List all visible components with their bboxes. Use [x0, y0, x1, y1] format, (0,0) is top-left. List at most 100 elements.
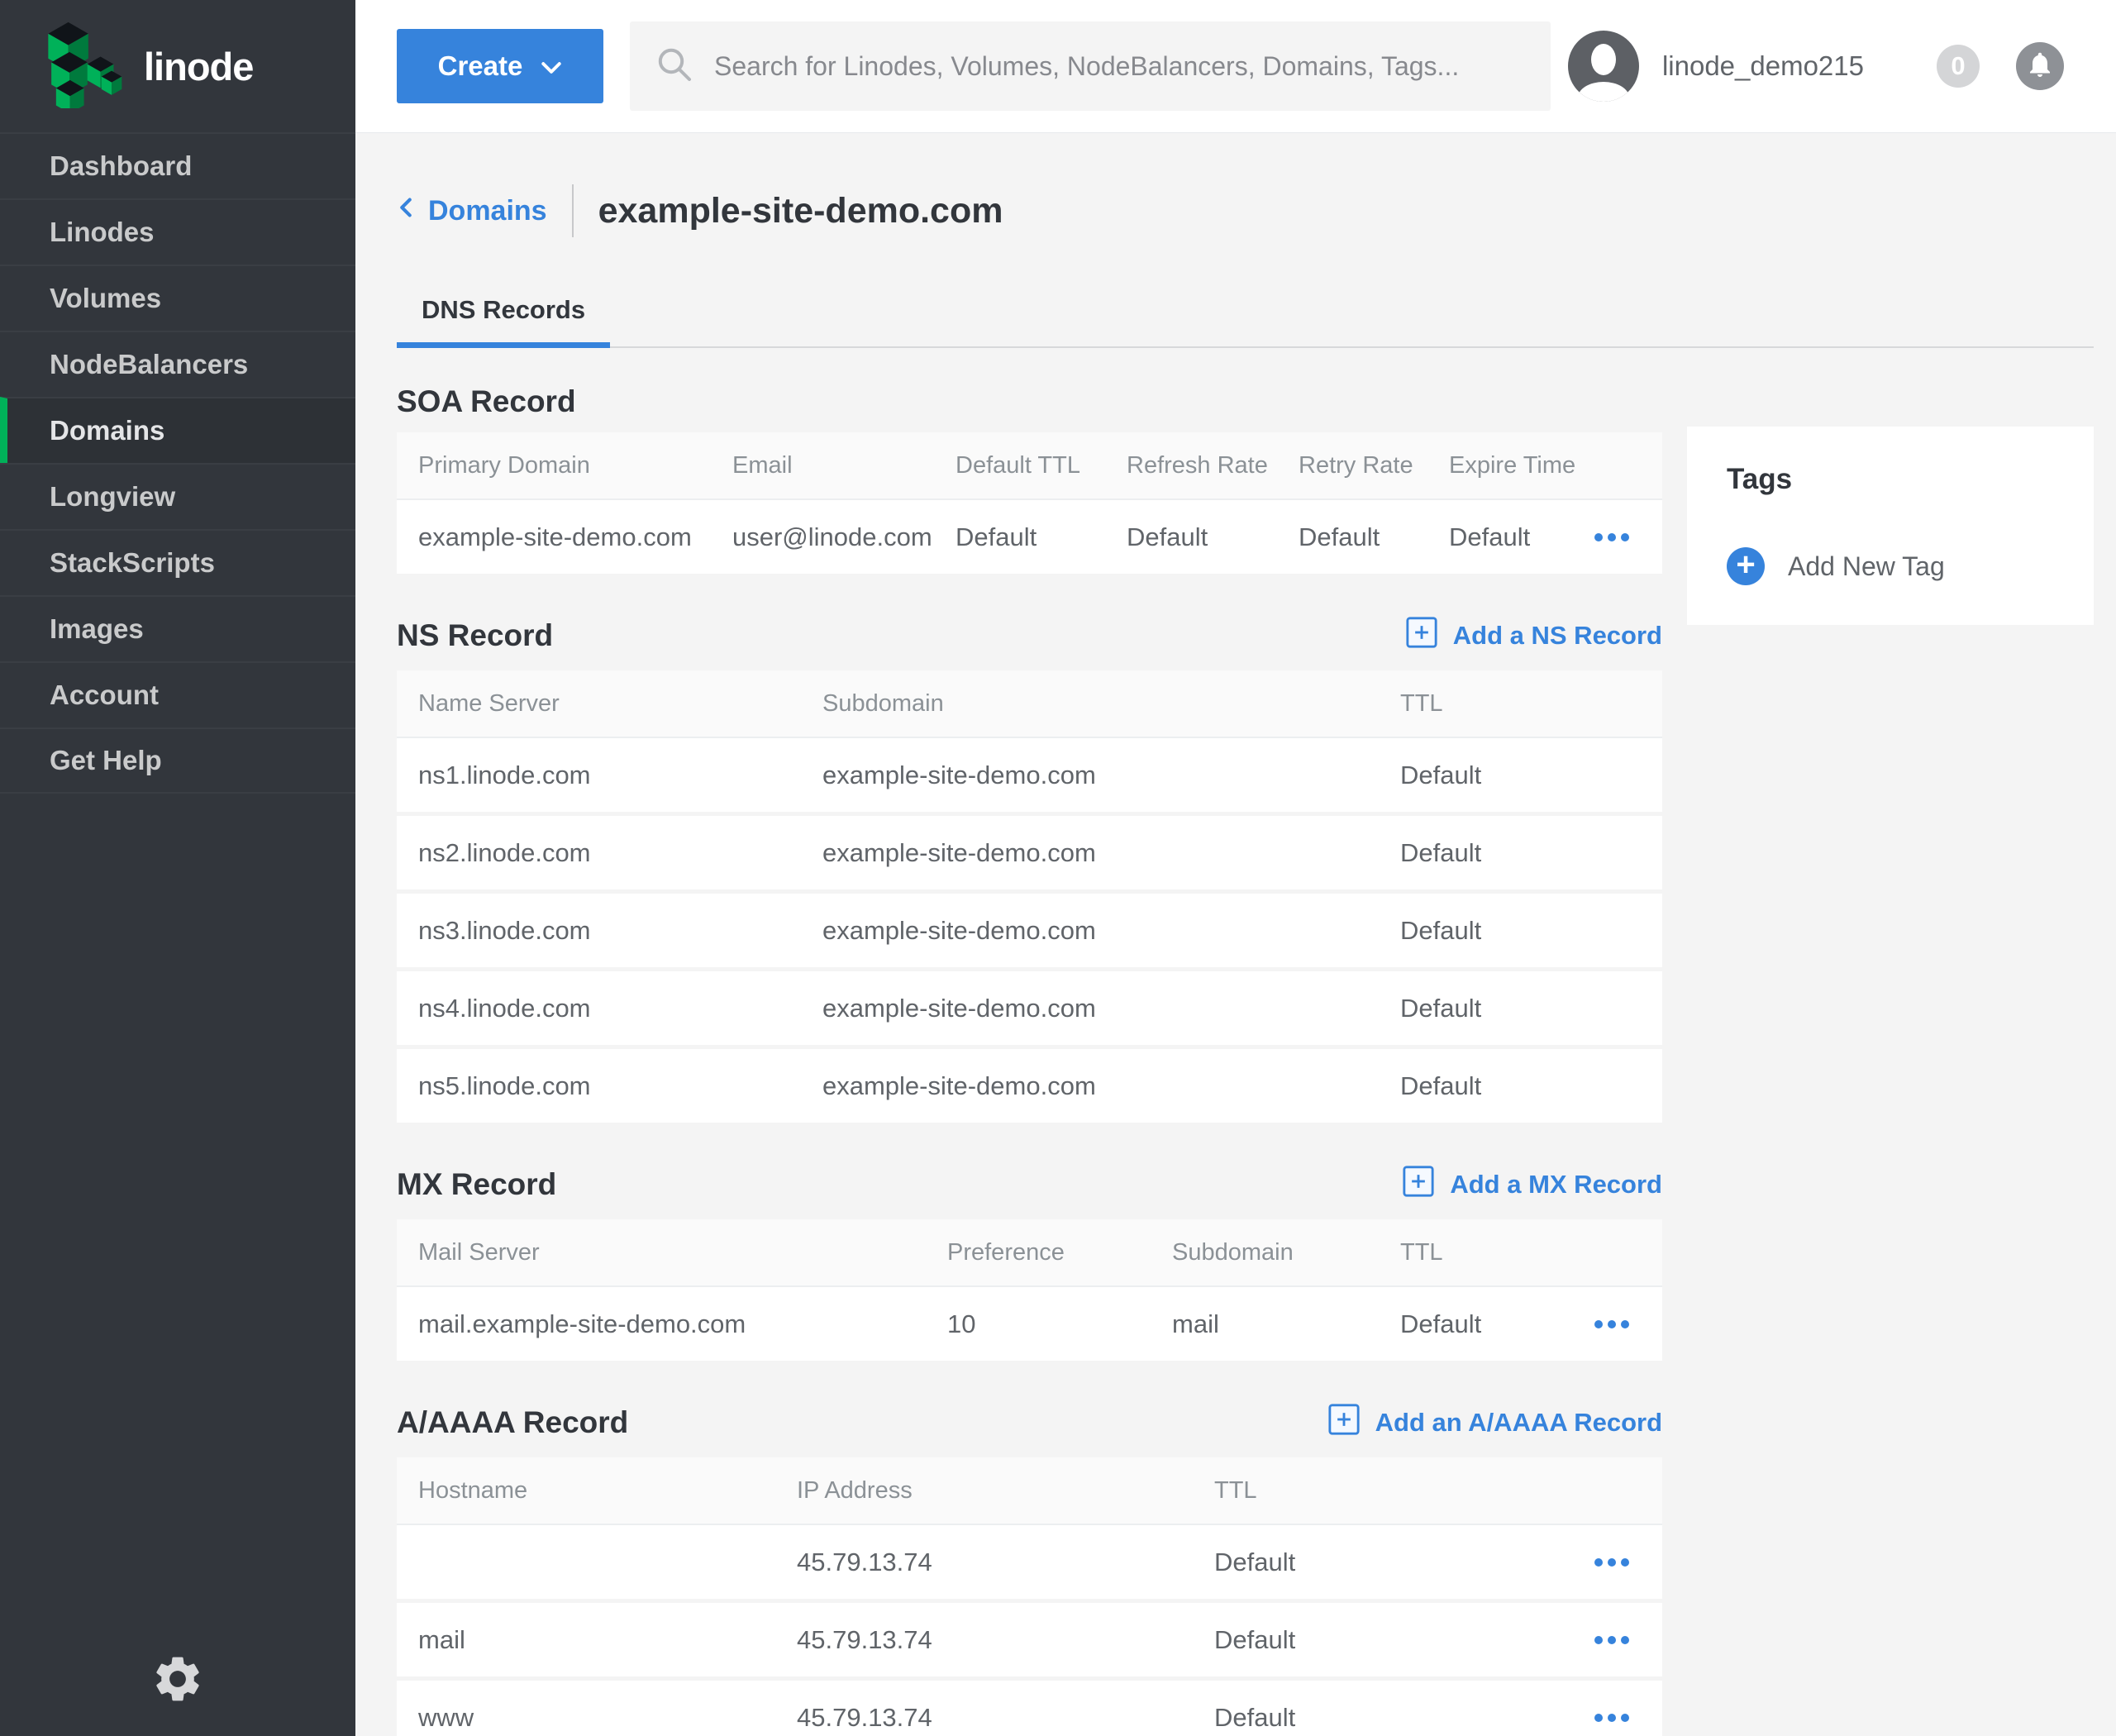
hostname-cell: www: [397, 1703, 775, 1733]
add-new-tag-label: Add New Tag: [1788, 551, 1945, 582]
content-area: Domains example-site-demo.com DNS Record…: [355, 133, 2116, 1736]
tags-panel-title: Tags: [1727, 463, 2054, 496]
column-header: TTL: [1379, 1239, 1583, 1266]
sidebar-item-images[interactable]: Images: [0, 595, 355, 661]
default-ttl-cell: Default: [934, 522, 1105, 552]
sidebar-item-domains[interactable]: Domains: [0, 397, 355, 463]
notifications-bell-button[interactable]: [2016, 42, 2064, 90]
table-header-row: Primary Domain Email Default TTL Refresh…: [397, 432, 1662, 500]
ttl-cell: Default: [1379, 1071, 1662, 1101]
name-server-cell: ns3.linode.com: [397, 916, 801, 946]
ttl-cell: Default: [1379, 761, 1662, 790]
notification-count-badge[interactable]: 0: [1937, 45, 1980, 88]
sidebar-item-label: Get Help: [50, 745, 162, 776]
tab-bar: DNS Records: [397, 295, 2094, 348]
records-column: SOA Record Primary Domain Email Default …: [397, 348, 1662, 1736]
row-actions-ellipsis-button[interactable]: [1594, 1312, 1629, 1337]
add-aaaa-record-label: Add an A/AAAA Record: [1375, 1408, 1662, 1438]
sidebar-item-nodebalancers[interactable]: NodeBalancers: [0, 331, 355, 397]
sidebar-item-dashboard[interactable]: Dashboard: [0, 132, 355, 198]
bell-icon: [2025, 50, 2055, 83]
name-server-cell: ns2.linode.com: [397, 838, 801, 868]
table-row: ns5.linode.com example-site-demo.com Def…: [397, 1049, 1662, 1127]
mx-section-header: MX Record Add a MX Record: [397, 1163, 1662, 1206]
ttl-cell: Default: [1379, 1309, 1583, 1339]
table-row: 45.79.13.74 Default: [397, 1525, 1662, 1603]
breadcrumb-back-link[interactable]: Domains: [397, 193, 547, 229]
column-header: Hostname: [397, 1477, 775, 1505]
row-actions-ellipsis-button[interactable]: [1594, 525, 1629, 550]
expire-time-cell: Default: [1427, 522, 1583, 552]
tags-panel: Tags + Add New Tag: [1687, 427, 2094, 625]
ttl-cell: Default: [1379, 838, 1662, 868]
linode-logo-text: linode: [144, 44, 253, 89]
ns-section-title: NS Record: [397, 618, 553, 653]
sidebar-item-stackscripts[interactable]: StackScripts: [0, 529, 355, 595]
username[interactable]: linode_demo215: [1662, 50, 1864, 82]
subdomain-cell: example-site-demo.com: [801, 838, 1379, 868]
column-header: Email: [711, 452, 934, 479]
breadcrumb: Domains example-site-demo.com: [397, 133, 2094, 237]
add-ns-record-link[interactable]: Add a NS Record: [1405, 616, 1662, 656]
plus-box-icon: [1327, 1403, 1361, 1443]
sidebar-item-label: Domains: [50, 415, 164, 446]
row-actions-ellipsis-button[interactable]: [1594, 1550, 1629, 1575]
sidebar-item-label: NodeBalancers: [50, 349, 248, 380]
row-actions-ellipsis-button[interactable]: [1594, 1628, 1629, 1653]
add-mx-record-label: Add a MX Record: [1450, 1170, 1662, 1199]
sidebar-item-linodes[interactable]: Linodes: [0, 198, 355, 265]
soa-section-title: SOA Record: [397, 384, 1662, 419]
column-header: TTL: [1193, 1477, 1583, 1505]
create-button[interactable]: Create: [397, 29, 603, 103]
search-icon: [655, 45, 694, 88]
column-header: Subdomain: [801, 690, 1379, 718]
tab-dns-records[interactable]: DNS Records: [397, 295, 610, 346]
ttl-cell: Default: [1379, 916, 1662, 946]
column-header: Name Server: [397, 690, 801, 718]
subdomain-cell: example-site-demo.com: [801, 994, 1379, 1023]
search-bar[interactable]: [630, 21, 1551, 111]
table-row: mail 45.79.13.74 Default: [397, 1603, 1662, 1681]
table-row: ns2.linode.com example-site-demo.com Def…: [397, 816, 1662, 894]
ip-address-cell: 45.79.13.74: [775, 1625, 1193, 1655]
ns-record-table: Name Server Subdomain TTL ns1.linode.com…: [397, 670, 1662, 1127]
plus-box-icon: [1405, 616, 1438, 656]
sidebar-item-label: Dashboard: [50, 150, 192, 182]
search-input[interactable]: [714, 51, 1526, 82]
sidebar-nav: Dashboard Linodes Volumes NodeBalancers …: [0, 132, 355, 794]
table-header-row: Mail Server Preference Subdomain TTL: [397, 1219, 1662, 1287]
aaaa-section-header: A/AAAA Record Add an A/AAAA Record: [397, 1401, 1662, 1444]
chevron-left-icon: [397, 193, 415, 229]
row-actions-ellipsis-button[interactable]: [1594, 1705, 1629, 1730]
aaaa-record-table: Hostname IP Address TTL 45.79.13.74 Defa…: [397, 1457, 1662, 1736]
avatar[interactable]: [1568, 31, 1639, 102]
mx-record-table: Mail Server Preference Subdomain TTL mai…: [397, 1219, 1662, 1365]
subdomain-cell: example-site-demo.com: [801, 761, 1379, 790]
table-row: ns1.linode.com example-site-demo.com Def…: [397, 738, 1662, 816]
refresh-rate-cell: Default: [1105, 522, 1277, 552]
ttl-cell: Default: [1193, 1625, 1583, 1655]
column-header: Default TTL: [934, 452, 1105, 479]
sidebar-item-label: Images: [50, 613, 144, 645]
sidebar-item-account[interactable]: Account: [0, 661, 355, 727]
name-server-cell: ns4.linode.com: [397, 994, 801, 1023]
main-area: Create linode_demo215 0: [355, 0, 2116, 1736]
sidebar-item-volumes[interactable]: Volumes: [0, 265, 355, 331]
add-mx-record-link[interactable]: Add a MX Record: [1402, 1165, 1662, 1204]
add-new-tag-button[interactable]: + Add New Tag: [1727, 547, 2054, 585]
hostname-cell: mail: [397, 1625, 775, 1655]
add-aaaa-record-link[interactable]: Add an A/AAAA Record: [1327, 1403, 1662, 1443]
subdomain-cell: example-site-demo.com: [801, 1071, 1379, 1101]
ttl-cell: Default: [1193, 1703, 1583, 1733]
settings-gear-button[interactable]: [150, 1652, 205, 1706]
tags-column: Tags + Add New Tag: [1687, 427, 2094, 1736]
app-window: linode Dashboard Linodes Volumes NodeBal…: [0, 0, 2116, 1736]
mx-section-title: MX Record: [397, 1167, 556, 1202]
subdomain-cell: example-site-demo.com: [801, 916, 1379, 946]
column-header: Mail Server: [397, 1239, 926, 1266]
name-server-cell: ns1.linode.com: [397, 761, 801, 790]
table-header-row: Hostname IP Address TTL: [397, 1457, 1662, 1525]
sidebar-item-get-help[interactable]: Get Help: [0, 727, 355, 794]
linode-logo[interactable]: linode: [0, 0, 355, 132]
sidebar-item-longview[interactable]: Longview: [0, 463, 355, 529]
